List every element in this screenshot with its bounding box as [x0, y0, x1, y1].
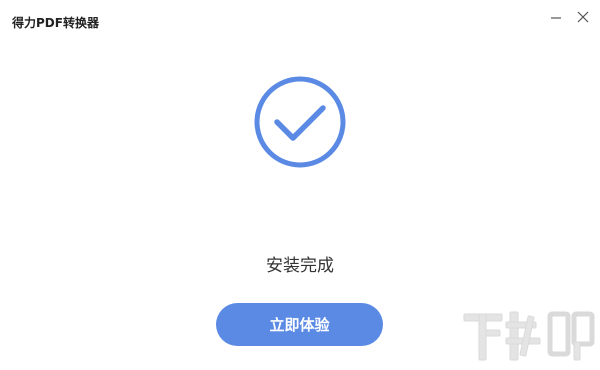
try-now-button[interactable]: 立即体验	[216, 303, 383, 346]
window-title: 得力PDF转换器	[12, 16, 99, 30]
installer-window: 得力PDF转换器 安装完成 立即体验	[0, 0, 600, 370]
check-circle-icon	[252, 74, 348, 170]
minimize-icon	[551, 17, 561, 19]
close-icon	[577, 11, 589, 23]
close-button[interactable]	[572, 6, 594, 28]
install-status-text: 安装完成	[266, 256, 334, 276]
watermark-logo	[462, 306, 596, 366]
minimize-button[interactable]	[545, 6, 567, 28]
